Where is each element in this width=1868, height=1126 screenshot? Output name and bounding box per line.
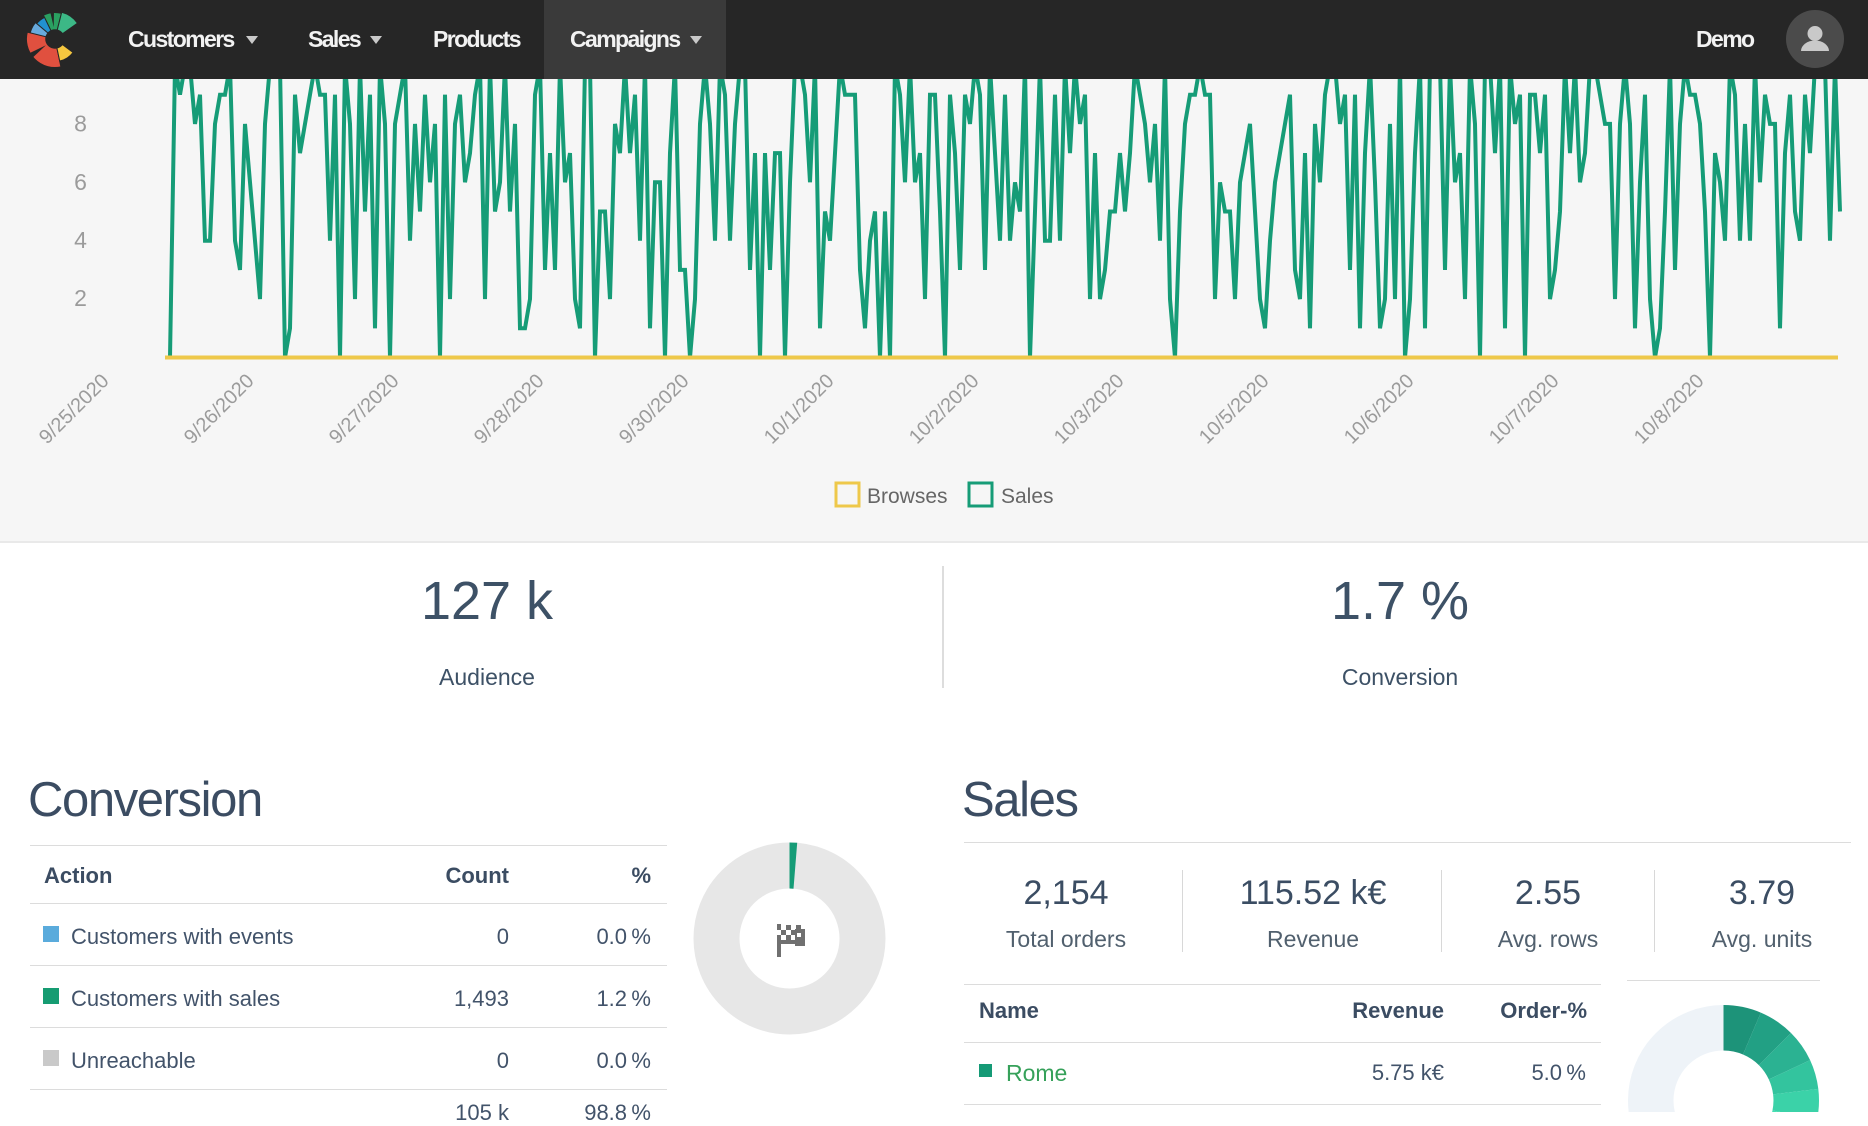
svg-text:2: 2 [74,285,87,311]
svg-text:9/26/2020: 9/26/2020 [180,370,258,448]
svg-text:9/30/2020: 9/30/2020 [615,370,693,448]
svg-text:4: 4 [74,227,87,253]
svg-text:Sales: Sales [1001,485,1054,508]
svg-text:10/1/2020: 10/1/2020 [760,370,838,448]
svg-text:6: 6 [74,169,87,195]
svg-text:9/28/2020: 9/28/2020 [470,370,548,448]
svg-text:10/3/2020: 10/3/2020 [1050,370,1128,448]
svg-text:8: 8 [74,111,87,137]
svg-text:10/8/2020: 10/8/2020 [1630,370,1708,448]
svg-text:10/7/2020: 10/7/2020 [1485,370,1563,448]
svg-text:Browses: Browses [867,485,948,508]
svg-text:10/5/2020: 10/5/2020 [1195,370,1273,448]
svg-text:10/2/2020: 10/2/2020 [905,370,983,448]
svg-text:9/25/2020: 9/25/2020 [35,370,113,448]
svg-text:9/27/2020: 9/27/2020 [325,370,403,448]
svg-text:10/6/2020: 10/6/2020 [1340,370,1418,448]
